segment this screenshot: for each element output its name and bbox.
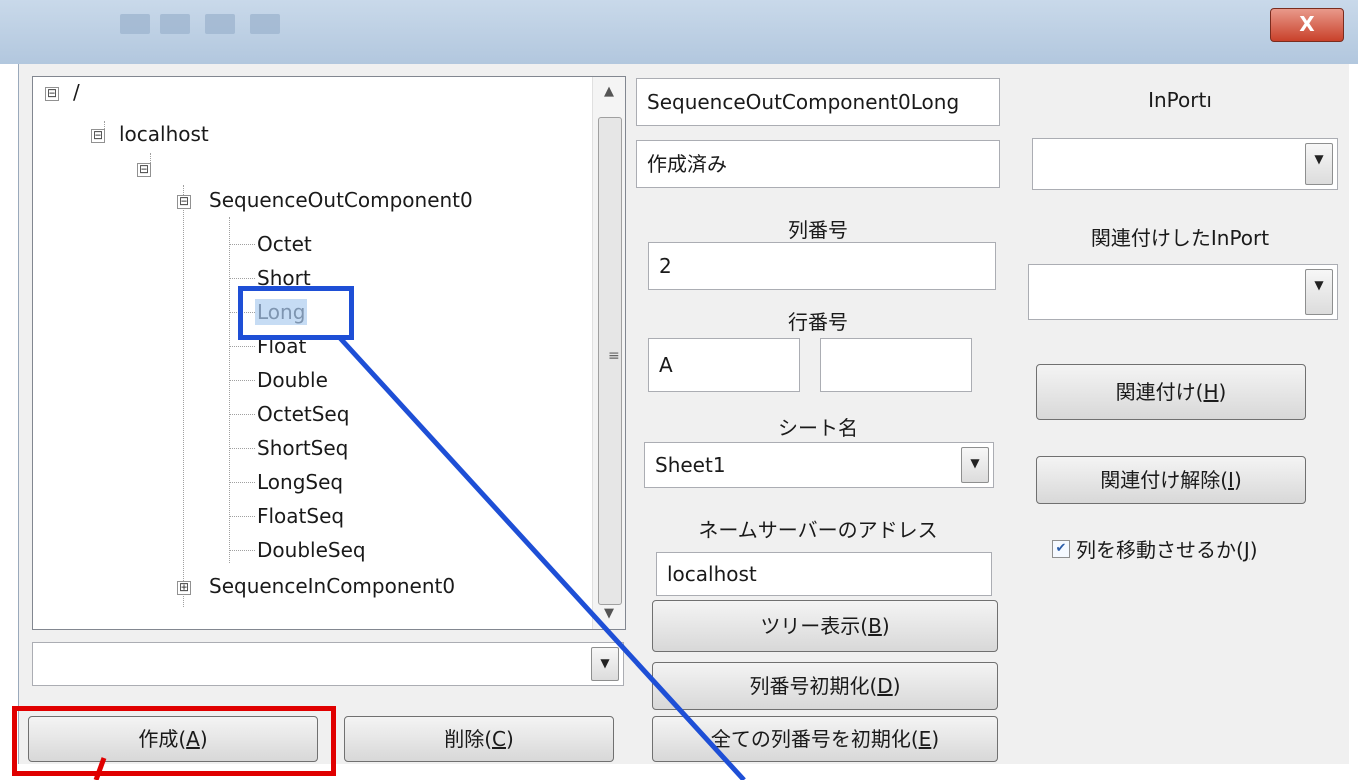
tree-node-sequence-out-component[interactable]: SequenceOutComponent0: [209, 187, 473, 213]
sheet-name-combobox[interactable]: Sheet1 ▼: [644, 442, 994, 488]
row-number-field[interactable]: A: [648, 338, 800, 392]
sheet-name-label: シート名: [778, 416, 858, 440]
tree-node-port[interactable]: FloatSeq: [257, 503, 344, 529]
inport-label: InPortı: [1148, 88, 1212, 112]
scroll-down-icon[interactable]: ▼: [593, 599, 625, 629]
inport-combobox[interactable]: ▼: [1032, 138, 1338, 190]
move-column-checkbox[interactable]: ✔: [1052, 540, 1070, 558]
tree-connector: [229, 482, 255, 483]
title-bar-decoration: [250, 14, 280, 34]
tree-node-port[interactable]: Octet: [257, 231, 312, 257]
tree-node-port[interactable]: Double: [257, 367, 328, 393]
tree-node-port[interactable]: DoubleSeq: [257, 537, 366, 563]
tree-connector: [229, 414, 255, 415]
unlink-button[interactable]: 関連付け解除(I): [1036, 456, 1306, 504]
nameserver-address-label: ネームサーバーのアドレス: [698, 518, 938, 542]
nameserver-address-field[interactable]: localhost: [656, 552, 992, 596]
linked-inport-label: 関連付けしたInPort: [1090, 226, 1270, 250]
scrollbar-thumb[interactable]: ≡: [598, 117, 622, 605]
tree-connector: [183, 185, 184, 607]
tree-connector: [229, 380, 255, 381]
scroll-up-icon[interactable]: ▲: [593, 77, 625, 107]
title-bar-decoration: [120, 14, 150, 34]
tree-connector: [229, 550, 255, 551]
tree-connector: [229, 448, 255, 449]
tree-scrollbar[interactable]: ▲ ≡ ▼: [592, 77, 625, 629]
column-number-label: 列番号: [788, 218, 848, 242]
title-bar: X: [0, 0, 1358, 64]
close-button[interactable]: X: [1270, 8, 1344, 42]
tree-node-port[interactable]: LongSeq: [257, 469, 343, 495]
tree-node-port[interactable]: OctetSeq: [257, 401, 349, 427]
link-button[interactable]: 関連付け(H): [1036, 364, 1306, 420]
column-number-field[interactable]: 2: [648, 242, 996, 290]
tree-view[interactable]: ⊟ / ⊟ localhost ⊟ ⊟ SequenceOutComponent…: [32, 76, 626, 630]
row-number-label: 行番号: [788, 310, 848, 334]
component-name-field[interactable]: SequenceOutComponent0Long: [636, 78, 1000, 126]
collapse-icon[interactable]: ⊟: [177, 195, 191, 209]
title-bar-decoration: [160, 14, 190, 34]
tree-connector: [229, 278, 255, 279]
delete-button[interactable]: 削除(C): [344, 716, 614, 762]
row-number-field-2[interactable]: [820, 338, 972, 392]
collapse-icon[interactable]: ⊟: [137, 163, 151, 177]
selection-highlight-box: [238, 286, 354, 340]
init-all-column-numbers-button[interactable]: 全ての列番号を初期化(E): [652, 716, 998, 762]
status-field[interactable]: 作成済み: [636, 140, 1000, 188]
tree-node-port[interactable]: ShortSeq: [257, 435, 348, 461]
dropdown-arrow-icon[interactable]: ▼: [591, 647, 619, 681]
left-combobox[interactable]: ▼: [32, 642, 624, 686]
tree-connector: [229, 346, 255, 347]
tree-node-sequence-in-component[interactable]: SequenceInComponent0: [209, 573, 455, 599]
collapse-icon[interactable]: ⊟: [45, 87, 59, 101]
collapse-icon[interactable]: ⊟: [91, 129, 105, 143]
tree-connector: [229, 217, 230, 563]
move-column-label: 列を移動させるか(J): [1076, 538, 1258, 562]
tree-connector: [229, 244, 255, 245]
dropdown-arrow-icon[interactable]: ▼: [1305, 143, 1333, 185]
grip-icon: ≡: [608, 348, 620, 364]
tree-node-localhost[interactable]: localhost: [119, 121, 209, 147]
tree-connector: [229, 516, 255, 517]
tree-view-button[interactable]: ツリー表示(B): [652, 600, 998, 652]
create-button-highlight-box: [12, 706, 336, 776]
expand-icon[interactable]: ⊞: [177, 581, 191, 595]
linked-inport-combobox[interactable]: ▼: [1028, 264, 1338, 320]
checkmark-icon: ✔: [1055, 541, 1067, 556]
tree-node-root[interactable]: /: [73, 79, 80, 105]
close-icon: X: [1299, 12, 1315, 36]
dropdown-arrow-icon[interactable]: ▼: [1305, 269, 1333, 315]
title-bar-decoration: [205, 14, 235, 34]
init-column-number-button[interactable]: 列番号初期化(D): [652, 662, 998, 710]
dropdown-arrow-icon[interactable]: ▼: [961, 447, 989, 483]
